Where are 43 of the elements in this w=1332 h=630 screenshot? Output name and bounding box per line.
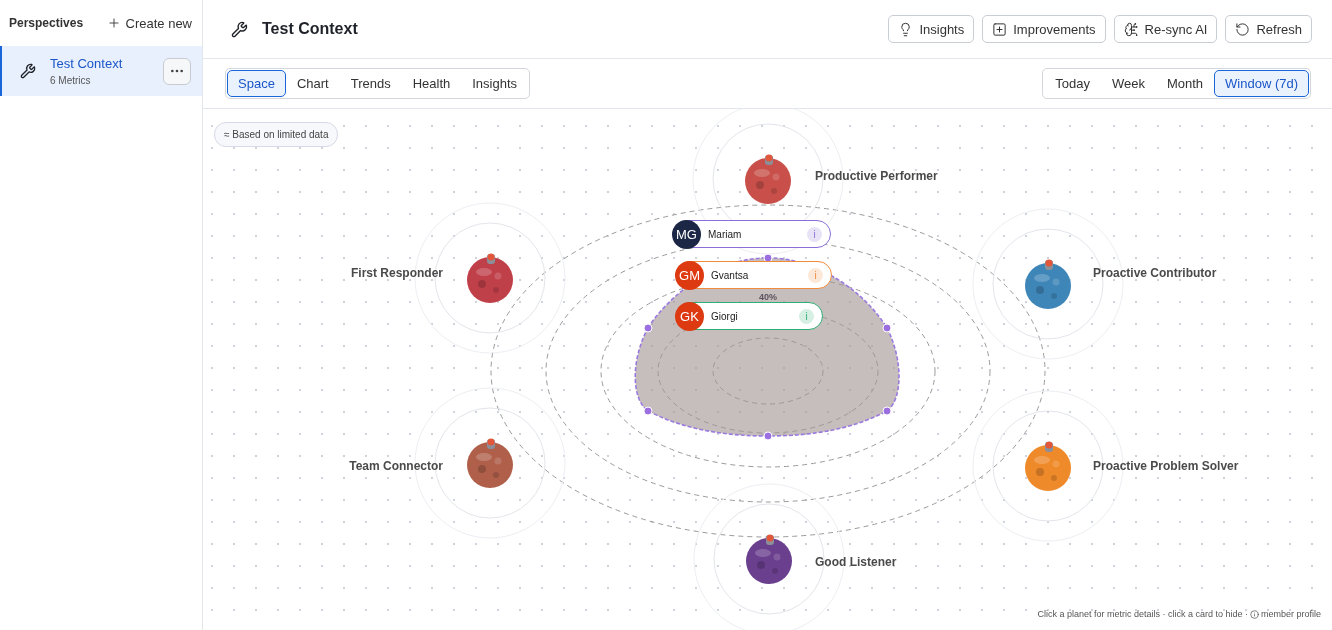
- avatar: GK: [675, 301, 704, 331]
- page-title: Test Context: [262, 20, 359, 38]
- planet-label[interactable]: Team Connector: [349, 459, 443, 473]
- member-card[interactable]: MG Mariam i: [673, 220, 831, 248]
- hint-text: member profile: [1260, 609, 1321, 619]
- planet-label[interactable]: First Responder: [351, 266, 443, 280]
- member-card[interactable]: GM Gvantsa i: [676, 261, 832, 289]
- member-name: Mariam: [708, 228, 743, 240]
- view-tab[interactable]: Chart: [285, 70, 340, 97]
- sidebar-item[interactable]: Test Context 6 Metrics: [0, 46, 202, 96]
- avatar: GM: [675, 260, 704, 290]
- avatar: MG: [672, 219, 701, 249]
- view-tab[interactable]: Space: [227, 70, 286, 97]
- range-tab[interactable]: Today: [1044, 70, 1101, 97]
- planet-label[interactable]: Good Listener: [815, 555, 897, 569]
- action-button[interactable]: Re-sync AI: [1113, 15, 1218, 43]
- range-tab[interactable]: Month: [1155, 70, 1215, 97]
- limited-data-badge: ≈ Based on limited data: [214, 122, 339, 147]
- sidebar-title: Perspectives: [9, 16, 84, 30]
- planet-label[interactable]: Proactive Contributor: [1093, 266, 1217, 280]
- ring-label: 40%: [759, 292, 777, 302]
- member-card[interactable]: GK Giorgi i: [676, 302, 823, 330]
- range-tab[interactable]: Week: [1100, 70, 1156, 97]
- view-tab[interactable]: Insights: [461, 70, 529, 97]
- planet-label[interactable]: Proactive Problem Solver: [1093, 459, 1239, 473]
- action-button[interactable]: Improvements: [982, 15, 1106, 43]
- range-tab[interactable]: Window (7d): [1214, 70, 1309, 97]
- item-subtitle: 6 Metrics: [50, 75, 92, 86]
- wrench-icon: [20, 63, 36, 79]
- refresh-icon: [1235, 21, 1251, 37]
- action-button[interactable]: Refresh: [1225, 15, 1312, 43]
- action-button[interactable]: Insights: [888, 15, 975, 43]
- info-icon: [1249, 609, 1259, 619]
- hint-text: Click a planet for metric details · click a card to hide ·: [1037, 609, 1248, 619]
- member-name: Giorgi: [711, 310, 739, 322]
- create-new-button[interactable]: Create new: [106, 15, 192, 31]
- view-tab[interactable]: Health: [401, 70, 462, 97]
- item-title: Test Context: [50, 56, 124, 71]
- plus-icon: [106, 16, 121, 30]
- member-name: Gvantsa: [711, 269, 750, 281]
- wrench-icon: [231, 20, 248, 38]
- planet-label[interactable]: Productive Performer: [815, 169, 938, 183]
- view-tab[interactable]: Trends: [339, 70, 402, 97]
